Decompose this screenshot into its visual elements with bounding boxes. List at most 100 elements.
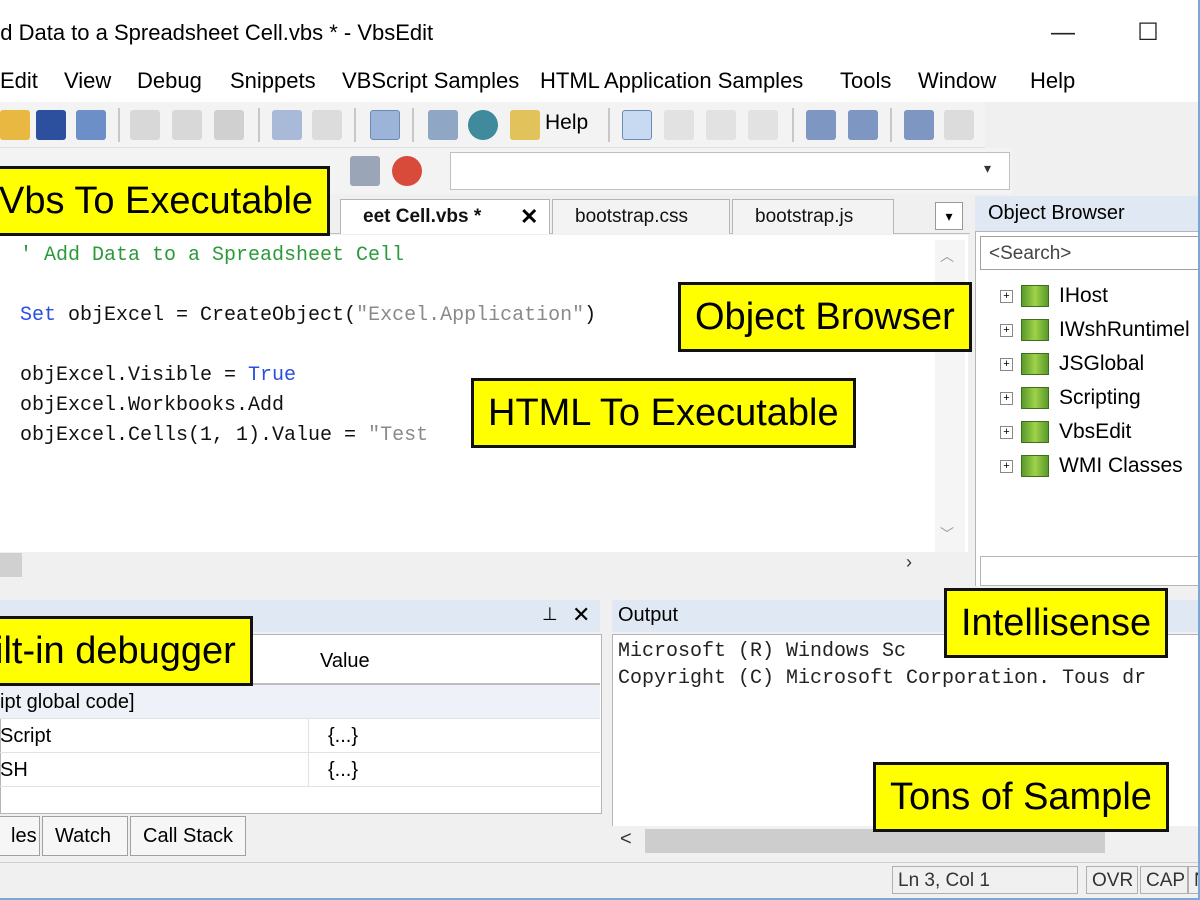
object-browser-title: Object Browser (988, 202, 1125, 224)
library-icon (1021, 353, 1049, 376)
preview-icon[interactable] (428, 110, 458, 140)
tab-watch[interactable]: Watch (42, 816, 128, 856)
bookmark-next-icon[interactable] (706, 110, 736, 140)
tab-list-dropdown[interactable]: ▾ (935, 202, 963, 230)
scroll-thumb[interactable] (0, 553, 22, 577)
code-line-1: ' Add Data to a Spreadsheet Cell (20, 244, 404, 267)
redo-icon[interactable] (312, 110, 342, 140)
outdent-icon[interactable] (848, 110, 878, 140)
scroll-up-icon[interactable]: ︿ (940, 246, 954, 266)
menu-hta-samples[interactable]: HTML Application Samples (540, 68, 803, 94)
indent-icon[interactable] (806, 110, 836, 140)
save-icon[interactable] (36, 110, 66, 140)
maximize-button[interactable]: ☐ (1128, 16, 1168, 50)
help-icon[interactable] (510, 110, 540, 140)
tree-item-jsglobal[interactable]: + JSGlobal (1000, 352, 1144, 376)
tree-item-label: Scripting (1059, 386, 1141, 409)
format-icon[interactable] (904, 110, 934, 140)
callout-samples: Tons of Sample (873, 762, 1169, 832)
help-button[interactable]: Help (545, 111, 588, 135)
cut-icon[interactable] (130, 110, 160, 140)
vbsedit-window: dd Data to a Spreadsheet Cell.vbs * - Vb… (0, 0, 1200, 900)
code-line-7: objExcel.Cells(1, 1).Value = "Test (20, 424, 428, 447)
code-comment: ' Add Data to a Spreadsheet Cell (20, 244, 405, 267)
close-panel-icon[interactable]: ✕ (572, 602, 590, 628)
tree-item-wmi-classes[interactable]: + WMI Classes (1000, 454, 1183, 478)
expand-icon[interactable]: + (1000, 391, 1013, 405)
menu-vbscript-samples[interactable]: VBScript Samples (342, 68, 519, 94)
callout-debugger: ilt-in debugger (0, 616, 253, 686)
table-row[interactable]: Script {...} (0, 719, 600, 753)
menu-view[interactable]: View (64, 68, 111, 94)
object-browser-search-input[interactable]: <Search> (980, 236, 1198, 270)
copy-icon[interactable] (172, 110, 202, 140)
stop-icon[interactable] (350, 156, 380, 186)
comment-icon[interactable] (622, 110, 652, 140)
pin-icon[interactable]: ⊥ (542, 604, 558, 625)
tree-item-scripting[interactable]: + Scripting (1000, 386, 1141, 410)
menu-edit[interactable]: Edit (0, 68, 38, 94)
tab-call-stack[interactable]: Call Stack (130, 816, 246, 856)
overwrite-indicator: OVR (1086, 866, 1138, 894)
toolbar-separator (412, 108, 414, 142)
tab-bootstrap-css[interactable]: bootstrap.css (552, 199, 730, 234)
tree-item-label: IWshRuntimel (1059, 318, 1190, 341)
combo-arrow-icon[interactable]: ▾ (984, 160, 991, 177)
code-text: objExcel.Cells(1, 1).Value = (20, 424, 369, 447)
save-all-icon[interactable] (76, 110, 106, 140)
toolbar-separator (890, 108, 892, 142)
window-title: dd Data to a Spreadsheet Cell.vbs * - Vb… (0, 20, 434, 45)
bookmark-icon[interactable] (664, 110, 694, 140)
expand-icon[interactable]: + (1000, 357, 1013, 371)
callout-intellisense: Intellisense (944, 588, 1169, 658)
close-tab-icon[interactable]: ✕ (520, 204, 538, 230)
menu-debug[interactable]: Debug (137, 68, 202, 94)
tab-bootstrap-js[interactable]: bootstrap.js (732, 199, 894, 234)
tree-item-iwshruntime[interactable]: + IWshRuntimel (1000, 318, 1190, 342)
tree-item-ihost[interactable]: + IHost (1000, 284, 1108, 308)
output-line: Copyright (C) Microsoft Corporation. Tou… (618, 667, 1147, 690)
scroll-right-icon[interactable]: › (906, 552, 912, 573)
paste-icon[interactable] (214, 110, 244, 140)
scroll-thumb[interactable] (645, 829, 1105, 853)
bookmark-clear-icon[interactable] (748, 110, 778, 140)
unformat-icon[interactable] (944, 110, 974, 140)
expand-icon[interactable]: + (1000, 459, 1013, 473)
minimize-button[interactable]: — (1043, 16, 1083, 50)
menu-help[interactable]: Help (1030, 68, 1075, 94)
scroll-down-icon[interactable]: ﹀ (940, 524, 954, 544)
tree-item-vbsedit[interactable]: + VbsEdit (1000, 420, 1131, 444)
code-line-6: objExcel.Workbooks.Add (20, 394, 284, 417)
variable-name: SH (0, 759, 28, 781)
tree-item-label: IHost (1059, 284, 1109, 307)
function-combo[interactable] (450, 152, 1010, 190)
toolbar-separator (608, 108, 610, 142)
object-browser-detail (980, 556, 1198, 586)
editor-horizontal-scrollbar[interactable] (0, 552, 968, 578)
expand-icon[interactable]: + (1000, 289, 1013, 303)
table-row[interactable]: ipt global code] (0, 685, 600, 719)
tree-item-label: WMI Classes (1059, 454, 1183, 477)
tab-spreadsheet-cell[interactable]: eet Cell.vbs * (340, 199, 550, 234)
code-line-5: objExcel.Visible = True (20, 364, 296, 387)
code-string: "Test (368, 424, 429, 447)
run-icon[interactable] (468, 110, 498, 140)
undo-icon[interactable] (272, 110, 302, 140)
menu-tools[interactable]: Tools (840, 68, 891, 94)
table-row[interactable]: SH {...} (0, 753, 600, 787)
breakpoint-icon[interactable] (392, 156, 422, 186)
toolbar-separator (258, 108, 260, 142)
expand-icon[interactable]: + (1000, 425, 1013, 439)
expand-icon[interactable]: + (1000, 323, 1013, 337)
toggle-view-icon[interactable] (370, 110, 400, 140)
menu-snippets[interactable]: Snippets (230, 68, 316, 94)
scroll-left-icon[interactable]: < (620, 828, 632, 851)
output-title: Output (618, 604, 679, 626)
library-icon (1021, 455, 1049, 478)
tab-variables[interactable]: les (0, 816, 40, 856)
column-divider (308, 718, 309, 786)
code-text: objExcel.Visible = (20, 364, 249, 387)
menu-window[interactable]: Window (918, 68, 996, 94)
library-icon (1021, 319, 1049, 342)
open-folder-icon[interactable] (0, 110, 30, 140)
